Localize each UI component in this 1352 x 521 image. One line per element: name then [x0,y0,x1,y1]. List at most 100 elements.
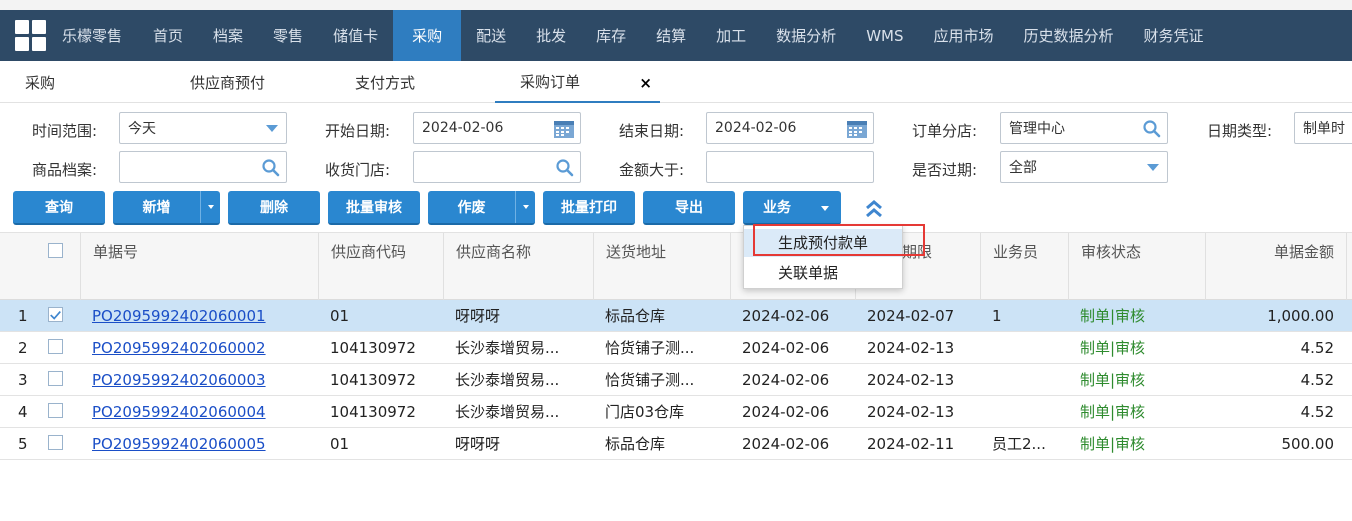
receiving-store-label: 收货门店: [325,161,391,179]
search-icon[interactable] [555,158,575,178]
table-header: 单据号 供应商代码 供应商名称 送货地址 期限 业务员 审核状态 单据金额 [0,232,1352,300]
search-icon[interactable] [261,158,281,178]
tab-purchase[interactable]: 采购 [25,61,55,103]
row-checkbox[interactable] [48,403,63,418]
nav-processing[interactable]: 加工 [701,10,761,61]
end-date-input[interactable]: 2024-02-06 [706,112,874,144]
expired-select[interactable]: 全部 [1000,151,1168,183]
expired-label: 是否过期: [912,161,978,179]
col-delivery-address[interactable]: 送货地址 [593,233,730,300]
supplier-code: 01 [330,307,350,325]
branch-input[interactable]: 管理中心 [1000,112,1168,144]
select-all-checkbox[interactable] [48,243,63,258]
doc-no-link[interactable]: PO2095992402060004 [80,396,318,427]
nav-app-market[interactable]: 应用市场 [918,10,1008,61]
query-button[interactable]: 查询 [13,191,105,225]
action-toolbar: 查询 新增 删除 批量审核 作废 批量打印 导出 业务 [0,190,1352,230]
delivery-address: 门店03仓库 [605,403,685,421]
amount: 4.52 [1300,403,1334,421]
table-row[interactable]: 1 PO2095992402060001 01 呀呀呀 标品仓库 2024-02-06 20… [0,300,1352,332]
amount: 4.52 [1300,339,1334,357]
batch-audit-button[interactable]: 批量审核 [328,191,420,225]
nav-archive[interactable]: 档案 [198,10,258,61]
order-date: 2024-02-06 [742,403,830,421]
supplier-name: 长沙泰增贸易... [455,403,560,421]
calendar-icon[interactable] [553,119,575,139]
menu-item-linked-documents[interactable]: 关联单据 [744,259,902,287]
nav-home[interactable]: 首页 [138,10,198,61]
amount: 1,000.00 [1267,307,1334,325]
calendar-icon[interactable] [846,119,868,139]
nav-settlement[interactable]: 结算 [641,10,701,61]
doc-no-link[interactable]: PO2095992402060001 [80,300,318,331]
button-label: 批量打印 [561,200,617,216]
row-checkbox[interactable] [48,435,63,450]
menu-item-generate-prepayment[interactable]: 生成预付款单 [744,229,902,257]
nav-history-analysis[interactable]: 历史数据分析 [1009,10,1129,61]
table-row[interactable]: 5 PO2095992402060005 01 呀呀呀 标品仓库 2024-02-06 20… [0,428,1352,460]
col-supplier-code[interactable]: 供应商代码 [318,233,443,300]
button-label: 业务 [763,200,791,216]
row-checkbox[interactable] [48,371,63,386]
tab-purchase-order[interactable]: 采购订单 × [495,61,660,103]
nav-stored-value-card[interactable]: 储值卡 [318,10,393,61]
close-icon[interactable]: × [639,74,652,92]
product-input[interactable] [119,151,287,183]
nav-distribution[interactable]: 配送 [461,10,521,61]
doc-no-link[interactable]: PO2095992402060005 [80,428,318,459]
col-amount[interactable]: 单据金额 [1205,233,1346,300]
button-label: 新增 [142,200,171,216]
order-date: 2024-02-06 [742,435,830,453]
col-supplier-name[interactable]: 供应商名称 [443,233,593,300]
supplier-code: 104130972 [330,403,416,421]
export-button[interactable]: 导出 [643,191,735,225]
amount-input[interactable] [706,151,874,183]
table-row[interactable]: 2 PO2095992402060002 104130972 长沙泰增贸易... 恰货铺… [0,332,1352,364]
row-checkbox[interactable] [48,339,63,354]
col-doc-no[interactable]: 单据号 [80,233,318,300]
nav-purchase[interactable]: 采购 [393,10,462,61]
nav-inventory[interactable]: 库存 [581,10,641,61]
collapse-up-icon[interactable] [864,198,884,220]
deadline-date: 2024-02-11 [867,435,955,453]
void-dropdown-toggle[interactable] [515,191,535,223]
supplier-code: 01 [330,435,350,453]
nav-data-analysis[interactable]: 数据分析 [761,10,851,61]
date-type-select[interactable]: 制单时 [1294,112,1352,144]
chevron-down-icon [1147,164,1159,171]
tab-supplier-prepay[interactable]: 供应商预付 [190,61,265,103]
col-audit-status[interactable]: 审核状态 [1068,233,1205,300]
col-salesperson[interactable]: 业务员 [980,233,1068,300]
delivery-address: 标品仓库 [605,435,666,453]
table-body: 1 PO2095992402060001 01 呀呀呀 标品仓库 2024-02-06 20… [0,300,1352,460]
void-button[interactable]: 作废 [428,191,535,225]
table-row[interactable]: 3 PO2095992402060003 104130972 长沙泰增贸易... 恰货铺… [0,364,1352,396]
nav-finance-voucher[interactable]: 财务凭证 [1129,10,1219,61]
row-checkbox-checked[interactable] [48,307,63,322]
amount-label: 金额大于: [619,161,685,179]
delete-button[interactable]: 删除 [228,191,320,225]
start-date-input[interactable]: 2024-02-06 [413,112,581,144]
tab-payment-method[interactable]: 支付方式 [355,61,415,103]
business-menu-button[interactable]: 业务 [743,191,841,225]
time-range-select[interactable]: 今天 [119,112,287,144]
apps-grid-icon[interactable] [0,10,60,61]
row-number: 4 [18,403,28,421]
receiving-store-input[interactable] [413,151,581,183]
audit-status: 制单|审核 [1080,371,1146,389]
nav-wms[interactable]: WMS [851,10,918,61]
nav-retail[interactable]: 零售 [258,10,318,61]
row-number: 2 [18,339,28,357]
add-dropdown-toggle[interactable] [200,191,220,223]
caret-down-icon [821,206,829,211]
doc-no-link[interactable]: PO2095992402060002 [80,332,318,363]
chevron-down-icon [266,125,278,132]
doc-no-link[interactable]: PO2095992402060003 [80,364,318,395]
search-icon[interactable] [1142,119,1162,139]
table-row[interactable]: 4 PO2095992402060004 104130972 长沙泰增贸易... 门店0… [0,396,1352,428]
nav-wholesale[interactable]: 批发 [521,10,581,61]
add-button[interactable]: 新增 [113,191,220,225]
amount: 4.52 [1300,371,1334,389]
row-number: 5 [18,435,28,453]
batch-print-button[interactable]: 批量打印 [543,191,635,225]
